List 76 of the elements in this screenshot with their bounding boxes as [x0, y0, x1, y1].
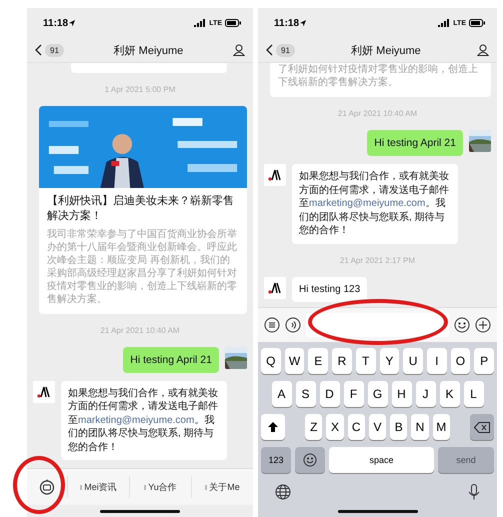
- letter-key[interactable]: N: [411, 414, 429, 440]
- letter-key[interactable]: K: [440, 381, 460, 407]
- letter-key[interactable]: J: [416, 381, 436, 407]
- emoji-icon: [454, 317, 470, 333]
- message-bubble: 如果您想与我们合作，或有就美妆方面的任何需求，请发送电子邮件至marketing@meiyume.com。我们的团队将尽快与您联系, 期待与您的合作！: [61, 380, 227, 460]
- microphone-icon: [468, 484, 480, 500]
- menu-item[interactable]: Yu合作: [129, 476, 191, 498]
- letter-key[interactable]: R: [332, 348, 352, 374]
- letter-key[interactable]: G: [368, 381, 388, 407]
- letter-key[interactable]: L: [464, 381, 484, 407]
- article-card[interactable]: 【利妍快讯】启迪美妆未来？崭新零售解决方案！ 我司非常荣幸参与了中国百货商业协会所举办的第十八届年会暨商业创新峰会。呼应此次峰会主题：顺应变局 再创新机，我们的采购部高级经理赵家昌分享了利妍如何针对疫情对零售业的影响，创造上下线崭新的零售解决方案。: [39, 106, 247, 314]
- letter-key[interactable]: Q: [260, 348, 281, 374]
- letter-key[interactable]: H: [392, 381, 412, 407]
- message-bubble: Hi testing April 21: [123, 346, 219, 373]
- profile-icon[interactable]: [477, 44, 489, 56]
- unread-badge: 91: [276, 44, 295, 56]
- chat-title: 利妍 Meiyume: [350, 44, 422, 58]
- battery-icon: [469, 19, 485, 27]
- article-summary: 我司非常荣幸参与了中国百货商业协会所举办的第十八届年会暨商业创新峰会。呼应此次峰会主题：顺应变局 再创新机，我们的采购部高级经理赵家昌分享了利妍如何针对疫情对零售业的影响，创造上下线崭新的零售解决方案。: [46, 228, 238, 307]
- message-input[interactable]: [306, 313, 449, 337]
- timestamp: 21 Apr 2021 10:40 AM: [99, 326, 181, 335]
- letter-key[interactable]: C: [348, 414, 365, 440]
- letter-key[interactable]: A: [272, 381, 292, 407]
- letter-key[interactable]: Y: [380, 348, 400, 374]
- plus-icon: [475, 317, 491, 333]
- space-key[interactable]: space: [329, 447, 434, 473]
- timestamp: 21 Apr 2021 2:17 PM: [338, 256, 416, 265]
- email-link[interactable]: marketing@meiyume.com: [309, 198, 426, 210]
- letter-key[interactable]: S: [296, 381, 316, 407]
- message-bubble: Hi testing April 21: [367, 130, 463, 156]
- signal-icon: [438, 19, 450, 27]
- backspace-key[interactable]: [470, 414, 494, 440]
- letter-key[interactable]: F: [344, 381, 364, 407]
- back-icon[interactable]: [35, 44, 42, 56]
- letter-key[interactable]: T: [356, 348, 376, 374]
- letter-key[interactable]: W: [284, 348, 304, 374]
- voice-icon: [285, 317, 301, 333]
- letter-key[interactable]: X: [326, 414, 344, 440]
- profile-icon[interactable]: [233, 44, 245, 56]
- email-link[interactable]: marketing@meiyume.com: [78, 414, 194, 426]
- list-icon: [264, 317, 280, 333]
- timestamp: 21 Apr 2021 10:40 AM: [336, 109, 418, 118]
- menu-item[interactable]: 关于Me: [191, 476, 253, 498]
- letter-key[interactable]: E: [308, 348, 328, 374]
- status-time: 11:18: [274, 18, 300, 28]
- globe-icon: [275, 484, 291, 500]
- numbers-key[interactable]: 123: [261, 447, 291, 473]
- location-icon: [68, 19, 76, 27]
- letter-key[interactable]: Z: [305, 414, 322, 440]
- letter-key[interactable]: D: [320, 381, 340, 407]
- letter-key[interactable]: I: [426, 348, 447, 374]
- backspace-icon: [474, 422, 490, 432]
- message-bubble: 如果您想与我们合作，或有就美妆方面的任何需求，请发送电子邮件至marketing@meiyume.com。我们的团队将尽快与您联系, 期待与您的合作！: [292, 164, 458, 244]
- chat-title: 利妍 Meiyume: [112, 44, 184, 58]
- letter-key[interactable]: O: [450, 348, 470, 374]
- status-time: 11:18: [43, 18, 68, 28]
- unread-badge: 91: [45, 44, 64, 56]
- location-icon: [299, 19, 308, 27]
- back-icon[interactable]: [266, 44, 273, 56]
- emoji-key[interactable]: [295, 447, 325, 473]
- highlight-circle: [13, 456, 65, 514]
- letter-key[interactable]: B: [390, 414, 408, 440]
- shift-key[interactable]: [260, 414, 286, 440]
- menu-item[interactable]: Mei资讯: [67, 476, 129, 498]
- signal-icon: [194, 19, 206, 27]
- emoji-icon: [303, 453, 317, 467]
- keyboard-toggle-icon[interactable]: [39, 479, 55, 495]
- timestamp: 1 Apr 2021 5:00 PM: [104, 85, 176, 94]
- battery-icon: [225, 19, 241, 27]
- letter-key[interactable]: V: [368, 414, 386, 440]
- letter-key[interactable]: M: [432, 414, 450, 440]
- letter-key[interactable]: P: [474, 348, 494, 374]
- shift-icon: [267, 421, 280, 433]
- message-bubble: Hi testing 123: [292, 276, 368, 302]
- article-title: 【利妍快讯】启迪美妆未来？崭新零售解决方案！: [46, 194, 235, 224]
- letter-key[interactable]: U: [403, 348, 423, 374]
